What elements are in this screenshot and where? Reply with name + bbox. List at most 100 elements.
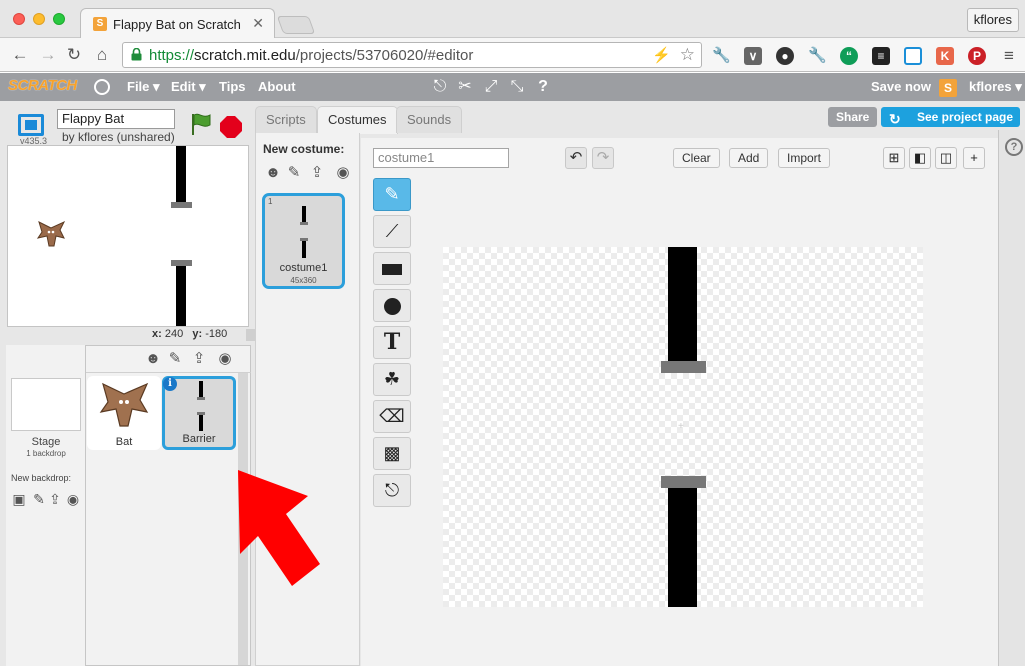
camera-backdrop-icon[interactable]: ◉ [64,490,82,508]
sprite-name: Bat [115,436,133,448]
flip-vertical-icon[interactable]: ◫ [935,147,957,169]
pocket-icon[interactable]: ∨ [744,47,762,65]
grow-icon[interactable]: ⤢ [482,78,500,96]
project-title-input[interactable]: Flappy Bat [57,109,175,129]
browser-profile-button[interactable]: kflores [966,8,1019,32]
paint-costume-icon[interactable]: ✎ [285,164,303,182]
barrier-top-cap [171,202,192,208]
fullscreen-icon[interactable] [18,114,44,136]
canvas-barrier-bottom [668,488,697,607]
clear-button[interactable]: Clear [673,148,720,168]
upload-backdrop-icon[interactable]: ⇪ [46,490,64,508]
camera-sprite-icon[interactable]: ◉ [216,350,234,368]
paint-new-sprite-icon[interactable]: ✎ [166,350,184,368]
select-tool-icon[interactable]: ▩ [373,437,411,470]
eraser-tool-icon[interactable]: ⌫ [373,400,411,433]
scratch-favicon-icon: S [93,17,107,31]
line-tool-icon[interactable]: ⟋ [373,215,411,248]
import-button[interactable]: Import [778,148,831,168]
klout-icon[interactable]: K [936,47,954,65]
help-question-icon[interactable]: ? [1005,138,1023,156]
screen-capture-icon[interactable] [904,47,922,65]
stage-canvas[interactable] [7,145,249,327]
sprite-tile-barrier[interactable]: i Barrier [162,376,236,450]
stage-header: v435.3 Flappy Bat by kflores (unshared) [6,106,250,146]
tips-menu[interactable]: Tips [219,79,246,94]
costume-name-input[interactable]: costume1 [373,148,509,168]
stamp-tool-icon[interactable]: ⎋ [373,474,411,507]
help-question-icon[interactable]: ? [534,78,552,96]
pinterest-icon[interactable]: P [968,47,986,65]
ellipse-tool-icon[interactable] [373,289,411,322]
crop-icon[interactable]: ⊞ [883,147,905,169]
new-tab-button[interactable] [276,16,316,34]
costume-tile[interactable]: 1 costume1 45x360 [262,193,345,289]
camera-costume-icon[interactable]: ◉ [334,164,352,182]
canvas-barrier-cap-top [661,361,706,373]
bolt-icon[interactable]: ⚡ [652,46,671,64]
save-now-button[interactable]: Save now [871,79,931,94]
reload-icon[interactable]: ↻ [64,45,84,65]
scratch-logo[interactable]: SCRATCH [8,77,77,94]
upload-sprite-icon[interactable]: ⇪ [190,350,208,368]
maximize-window-button[interactable] [53,13,65,25]
my-stuff-icon[interactable]: S [939,79,957,97]
sprite-library-icon[interactable]: ☻ [144,350,162,368]
edit-menu[interactable]: Edit ▾ [171,79,206,95]
costume-library-icon[interactable]: ☻ [264,164,282,182]
bat-sprite-icon[interactable] [36,218,66,250]
user-menu[interactable]: kflores ▾ [969,79,1022,95]
share-button[interactable]: Share [828,107,878,127]
browser-tab[interactable]: S Flappy Bat on Scratch ✕ [80,8,275,39]
set-center-icon[interactable]: + [963,147,985,169]
backdrop-library-icon[interactable]: ▣ [10,490,28,508]
sprite-info-icon[interactable]: i [163,377,177,391]
barrier-thumb-cap-top [197,397,205,400]
home-icon[interactable]: ⌂ [92,45,112,65]
sprite-tile-bat[interactable]: Bat [87,376,161,450]
fill-bucket-tool-icon[interactable]: ☘ [373,363,411,396]
wrench-icon[interactable]: 🔧 [712,47,731,65]
address-bar[interactable]: https://scratch.mit.edu/projects/5370602… [122,42,702,68]
language-globe-icon[interactable] [94,79,110,95]
costume-thumb-bottom [302,241,306,258]
tool-icon[interactable]: 🔧 [808,47,827,65]
close-window-button[interactable] [13,13,25,25]
green-flag-icon[interactable] [190,112,212,136]
mouse-coordinates: x: 240 y: -180 [152,328,228,340]
tab-sounds[interactable]: Sounds [396,106,463,133]
minimize-window-button[interactable] [33,13,45,25]
forward-arrow-icon[interactable]: → [38,45,58,65]
flip-horizontal-icon[interactable]: ◧ [909,147,931,169]
stage-thumbnail[interactable] [11,378,81,431]
stage-collapse-arrow-icon[interactable] [246,329,255,341]
tab-costumes[interactable]: Costumes [317,106,398,134]
duplicate-stamp-icon[interactable]: ⎋ [431,78,449,96]
text-tool-icon[interactable]: T [373,326,411,359]
see-project-page-button[interactable]: ↻ See project page [881,107,1020,127]
redo-icon[interactable]: ↷ [592,147,614,169]
back-arrow-icon[interactable]: ← [10,45,30,65]
buffer-icon[interactable]: ≡ [872,47,890,65]
tab-scripts[interactable]: Scripts [255,106,317,133]
paint-canvas[interactable]: + [443,247,923,607]
undo-icon[interactable]: ↶ [565,147,587,169]
url-text: https://scratch.mit.edu/projects/5370602… [149,47,474,64]
ghostery-icon[interactable]: ● [776,47,794,65]
stop-sign-icon[interactable] [220,116,242,138]
browser-titlebar: S Flappy Bat on Scratch ✕ kflores [0,0,1025,39]
cut-scissors-icon[interactable]: ✂ [456,78,474,96]
about-menu[interactable]: About [258,79,296,94]
add-button[interactable]: Add [729,148,769,168]
upload-costume-icon[interactable]: ⇪ [308,164,326,182]
shrink-icon[interactable]: ⤡ [508,78,526,96]
rectangle-tool-icon[interactable] [373,252,411,285]
file-menu[interactable]: File ▾ [127,79,160,95]
chrome-menu-icon[interactable]: ≡ [1000,47,1018,65]
bookmark-star-icon[interactable]: ☆ [680,45,695,65]
close-tab-icon[interactable]: ✕ [252,15,264,32]
brush-tool-icon[interactable]: ✎ [373,178,411,211]
scratch-menubar: SCRATCH File ▾ Edit ▾ Tips About ⎋ ✂ ⤢ ⤡… [0,73,1025,101]
hangouts-icon[interactable]: “ [840,47,858,65]
barrier-thumb-top [199,381,203,397]
